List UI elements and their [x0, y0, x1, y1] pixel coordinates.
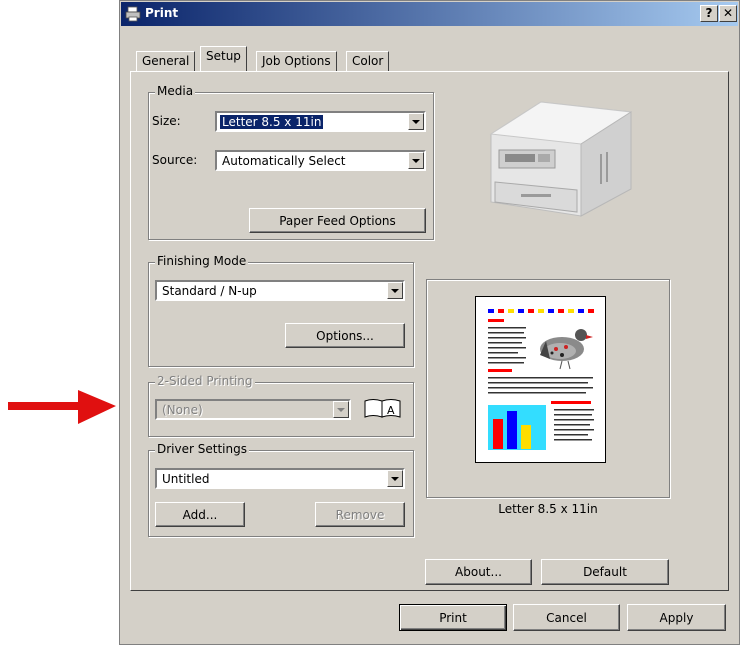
finishing-mode-value: Standard / N-up [162, 284, 257, 298]
chevron-down-icon[interactable] [408, 113, 424, 130]
size-label: Size: [152, 114, 181, 128]
default-button[interactable]: Default [541, 559, 669, 585]
media-legend: Media [155, 84, 196, 98]
tab-general[interactable]: General [136, 51, 196, 71]
book-binding-icon: A [364, 399, 401, 418]
tab-setup[interactable]: Setup [200, 46, 247, 71]
size-select[interactable]: Letter 8.5 x 11in [215, 111, 426, 132]
page-preview-box: Letter 8.5 x 11in [426, 279, 670, 516]
book-letter: A [387, 404, 395, 417]
two-sided-printing-select[interactable]: (None) [155, 399, 351, 420]
print-button[interactable]: Print [399, 604, 507, 631]
help-button[interactable]: ? [700, 5, 718, 22]
media-group: Media Size: Letter 8.5 x 11in Source: Au… [148, 84, 434, 240]
two-sided-printing-legend: 2-Sided Printing [155, 374, 255, 388]
chevron-down-icon[interactable] [387, 282, 403, 299]
close-button[interactable]: ✕ [719, 5, 737, 22]
two-sided-printing-group: 2-Sided Printing (None) A [148, 374, 414, 437]
about-button[interactable]: About... [425, 559, 532, 585]
page-preview-icon [488, 309, 594, 450]
remove-button[interactable]: Remove [315, 502, 405, 527]
two-sided-printing-value: (None) [162, 403, 203, 417]
annotation-arrow-icon [8, 390, 116, 424]
chevron-down-icon[interactable] [333, 401, 349, 418]
finishing-mode-select[interactable]: Standard / N-up [155, 280, 405, 301]
page-preview [475, 296, 606, 463]
bird-illustration [540, 329, 593, 370]
source-select[interactable]: Automatically Select [215, 150, 426, 171]
preview-caption: Letter 8.5 x 11in [498, 502, 598, 516]
driver-settings-legend: Driver Settings [155, 442, 249, 456]
tab-color[interactable]: Color [346, 51, 390, 71]
tab-job-options[interactable]: Job Options [256, 51, 337, 71]
setup-tab-panel: Media Size: Letter 8.5 x 11in Source: Au… [130, 71, 729, 591]
printer-image-icon [489, 101, 633, 217]
apply-button[interactable]: Apply [627, 604, 726, 631]
title-bar: Print ? ✕ [121, 2, 738, 26]
driver-settings-group: Driver Settings Untitled Add... Remove [148, 442, 414, 537]
chevron-down-icon[interactable] [408, 152, 424, 169]
add-button[interactable]: Add... [155, 502, 245, 527]
size-value: Letter 8.5 x 11in [220, 115, 324, 129]
paper-feed-options-button[interactable]: Paper Feed Options [249, 208, 426, 233]
cancel-button[interactable]: Cancel [513, 604, 620, 631]
source-label: Source: [152, 153, 198, 167]
print-dialog: Print ? ✕ General Setup Job Options Colo… [119, 0, 740, 645]
finishing-mode-group: Finishing Mode Standard / N-up Options..… [148, 254, 414, 367]
printer-icon [125, 6, 141, 22]
finishing-mode-legend: Finishing Mode [155, 254, 249, 268]
driver-settings-select[interactable]: Untitled [155, 468, 405, 489]
finishing-options-button[interactable]: Options... [285, 323, 405, 348]
window-title: Print [145, 6, 179, 20]
source-value: Automatically Select [222, 154, 346, 168]
chevron-down-icon[interactable] [387, 470, 403, 487]
driver-settings-value: Untitled [162, 472, 210, 486]
